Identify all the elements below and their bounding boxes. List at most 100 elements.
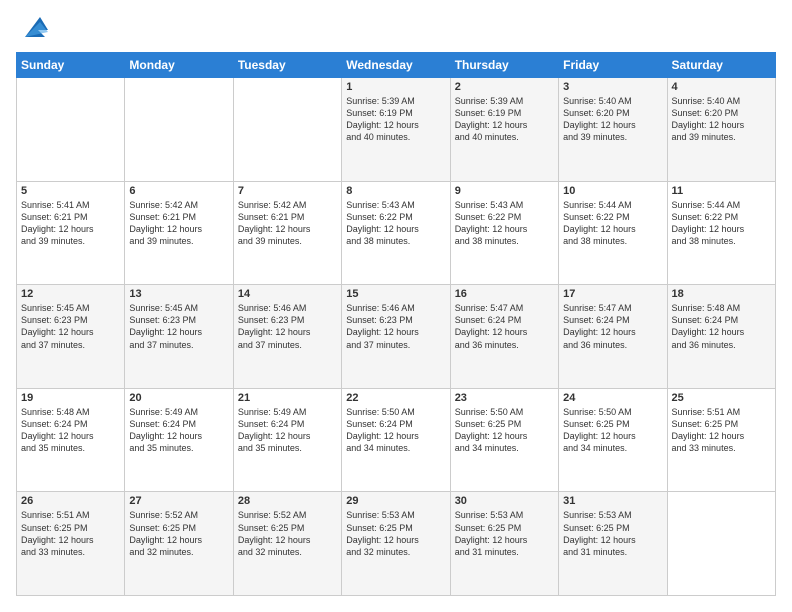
calendar-cell: 3 Sunrise: 5:40 AM Sunset: 6:20 PM Daylig… — [559, 78, 667, 182]
day-number: 14 — [238, 288, 337, 300]
weekday-header-row: SundayMondayTuesdayWednesdayThursdayFrid… — [17, 53, 776, 78]
day-number: 18 — [672, 288, 771, 300]
calendar-cell: 29Sunrise: 5:53 AM Sunset: 6:25 PM Dayli… — [342, 492, 450, 596]
day-info: Sunrise: 5:44 AM Sunset: 6:22 PM Dayligh… — [563, 199, 662, 248]
day-number: 2 — [455, 81, 554, 93]
calendar-cell — [233, 78, 341, 182]
day-number: 13 — [129, 288, 228, 300]
calendar-cell: 4Sunrise: 5:40 AM Sunset: 6:20 PM Daylig… — [667, 78, 775, 182]
calendar-cell: 15 Sunrise: 5:46 AM Sunset: 6:23 PM Dayli… — [342, 285, 450, 389]
day-info: Sunrise: 5:40 AM Sunset: 6:20 PM Dayligh… — [563, 95, 662, 144]
day-number: 29 — [346, 495, 445, 507]
day-info: Sunrise: 5:42 AM Sunset: 6:21 PM Dayligh… — [129, 199, 228, 248]
calendar-cell: 20Sunrise: 5:49 AM Sunset: 6:24 PM Dayli… — [125, 388, 233, 492]
day-info: Sunrise: 5:52 AM Sunset: 6:25 PM Dayligh… — [129, 509, 228, 558]
day-number: 9 — [455, 185, 554, 197]
weekday-header-thursday: Thursday — [450, 53, 558, 78]
day-info: Sunrise: 5:46 AM Sunset: 6:23 PM Dayligh… — [238, 302, 337, 351]
calendar-cell: 11 Sunrise: 5:44 AM Sunset: 6:22 PM Dayli… — [667, 181, 775, 285]
weekday-header-friday: Friday — [559, 53, 667, 78]
logo-icon — [20, 12, 50, 42]
day-info: Sunrise: 5:51 AM Sunset: 6:25 PM Dayligh… — [672, 406, 771, 455]
day-number: 5 — [21, 185, 120, 197]
day-info: Sunrise: 5:50 AM Sunset: 6:24 PM Dayligh… — [346, 406, 445, 455]
day-number: 1 — [346, 81, 445, 93]
day-number: 27 — [129, 495, 228, 507]
day-number: 15 — [346, 288, 445, 300]
calendar-cell: 5 Sunrise: 5:41 AM Sunset: 6:21 PM Daylig… — [17, 181, 125, 285]
calendar-cell: 8Sunrise: 5:43 AM Sunset: 6:22 PM Daylig… — [342, 181, 450, 285]
calendar-cell: 24 Sunrise: 5:50 AM Sunset: 6:25 PM Dayli… — [559, 388, 667, 492]
day-number: 21 — [238, 392, 337, 404]
day-number: 10 — [563, 185, 662, 197]
day-number: 6 — [129, 185, 228, 197]
day-info: Sunrise: 5:49 AM Sunset: 6:24 PM Dayligh… — [238, 406, 337, 455]
calendar-cell: 22Sunrise: 5:50 AM Sunset: 6:24 PM Dayli… — [342, 388, 450, 492]
day-info: Sunrise: 5:43 AM Sunset: 6:22 PM Dayligh… — [455, 199, 554, 248]
weekday-header-monday: Monday — [125, 53, 233, 78]
day-info: Sunrise: 5:51 AM Sunset: 6:25 PM Dayligh… — [21, 509, 120, 558]
day-number: 24 — [563, 392, 662, 404]
day-info: Sunrise: 5:48 AM Sunset: 6:24 PM Dayligh… — [672, 302, 771, 351]
day-number: 12 — [21, 288, 120, 300]
calendar-cell: 25Sunrise: 5:51 AM Sunset: 6:25 PM Dayli… — [667, 388, 775, 492]
week-row-5: 26 Sunrise: 5:51 AM Sunset: 6:25 PM Dayli… — [17, 492, 776, 596]
calendar-cell: 28Sunrise: 5:52 AM Sunset: 6:25 PM Dayli… — [233, 492, 341, 596]
calendar-cell: 9 Sunrise: 5:43 AM Sunset: 6:22 PM Daylig… — [450, 181, 558, 285]
calendar-cell: 10 Sunrise: 5:44 AM Sunset: 6:22 PM Dayli… — [559, 181, 667, 285]
calendar-cell: 14 Sunrise: 5:46 AM Sunset: 6:23 PM Dayli… — [233, 285, 341, 389]
day-number: 8 — [346, 185, 445, 197]
weekday-header-tuesday: Tuesday — [233, 53, 341, 78]
calendar-cell: 21 Sunrise: 5:49 AM Sunset: 6:24 PM Dayli… — [233, 388, 341, 492]
day-info: Sunrise: 5:39 AM Sunset: 6:19 PM Dayligh… — [346, 95, 445, 144]
day-number: 31 — [563, 495, 662, 507]
calendar-cell: 1 Sunrise: 5:39 AM Sunset: 6:19 PM Daylig… — [342, 78, 450, 182]
day-info: Sunrise: 5:53 AM Sunset: 6:25 PM Dayligh… — [455, 509, 554, 558]
day-info: Sunrise: 5:45 AM Sunset: 6:23 PM Dayligh… — [129, 302, 228, 351]
day-number: 26 — [21, 495, 120, 507]
day-info: Sunrise: 5:46 AM Sunset: 6:23 PM Dayligh… — [346, 302, 445, 351]
page: SundayMondayTuesdayWednesdayThursdayFrid… — [0, 0, 792, 612]
day-number: 3 — [563, 81, 662, 93]
weekday-header-sunday: Sunday — [17, 53, 125, 78]
weekday-header-wednesday: Wednesday — [342, 53, 450, 78]
day-info: Sunrise: 5:47 AM Sunset: 6:24 PM Dayligh… — [455, 302, 554, 351]
calendar-table: SundayMondayTuesdayWednesdayThursdayFrid… — [16, 52, 776, 596]
day-number: 16 — [455, 288, 554, 300]
day-number: 7 — [238, 185, 337, 197]
calendar-cell: 26 Sunrise: 5:51 AM Sunset: 6:25 PM Dayli… — [17, 492, 125, 596]
day-info: Sunrise: 5:49 AM Sunset: 6:24 PM Dayligh… — [129, 406, 228, 455]
day-info: Sunrise: 5:42 AM Sunset: 6:21 PM Dayligh… — [238, 199, 337, 248]
day-info: Sunrise: 5:40 AM Sunset: 6:20 PM Dayligh… — [672, 95, 771, 144]
day-number: 11 — [672, 185, 771, 197]
calendar-cell: 23 Sunrise: 5:50 AM Sunset: 6:25 PM Dayli… — [450, 388, 558, 492]
calendar-cell: 6 Sunrise: 5:42 AM Sunset: 6:21 PM Daylig… — [125, 181, 233, 285]
header — [16, 16, 776, 42]
day-info: Sunrise: 5:39 AM Sunset: 6:19 PM Dayligh… — [455, 95, 554, 144]
day-number: 30 — [455, 495, 554, 507]
week-row-1: 1 Sunrise: 5:39 AM Sunset: 6:19 PM Daylig… — [17, 78, 776, 182]
calendar-cell: 27 Sunrise: 5:52 AM Sunset: 6:25 PM Dayli… — [125, 492, 233, 596]
week-row-3: 12 Sunrise: 5:45 AM Sunset: 6:23 PM Dayli… — [17, 285, 776, 389]
calendar-cell: 2 Sunrise: 5:39 AM Sunset: 6:19 PM Daylig… — [450, 78, 558, 182]
calendar-cell: 12 Sunrise: 5:45 AM Sunset: 6:23 PM Dayli… — [17, 285, 125, 389]
logo — [16, 16, 50, 42]
day-info: Sunrise: 5:45 AM Sunset: 6:23 PM Dayligh… — [21, 302, 120, 351]
calendar-cell: 7 Sunrise: 5:42 AM Sunset: 6:21 PM Daylig… — [233, 181, 341, 285]
calendar-cell — [667, 492, 775, 596]
day-info: Sunrise: 5:50 AM Sunset: 6:25 PM Dayligh… — [563, 406, 662, 455]
calendar-cell: 31 Sunrise: 5:53 AM Sunset: 6:25 PM Dayli… — [559, 492, 667, 596]
calendar-cell — [17, 78, 125, 182]
day-info: Sunrise: 5:41 AM Sunset: 6:21 PM Dayligh… — [21, 199, 120, 248]
calendar-cell: 13 Sunrise: 5:45 AM Sunset: 6:23 PM Dayli… — [125, 285, 233, 389]
weekday-header-saturday: Saturday — [667, 53, 775, 78]
day-info: Sunrise: 5:50 AM Sunset: 6:25 PM Dayligh… — [455, 406, 554, 455]
day-info: Sunrise: 5:53 AM Sunset: 6:25 PM Dayligh… — [563, 509, 662, 558]
day-number: 23 — [455, 392, 554, 404]
calendar-cell — [125, 78, 233, 182]
calendar-cell: 17Sunrise: 5:47 AM Sunset: 6:24 PM Dayli… — [559, 285, 667, 389]
week-row-4: 19Sunrise: 5:48 AM Sunset: 6:24 PM Dayli… — [17, 388, 776, 492]
calendar-cell: 19Sunrise: 5:48 AM Sunset: 6:24 PM Dayli… — [17, 388, 125, 492]
day-number: 17 — [563, 288, 662, 300]
day-info: Sunrise: 5:44 AM Sunset: 6:22 PM Dayligh… — [672, 199, 771, 248]
